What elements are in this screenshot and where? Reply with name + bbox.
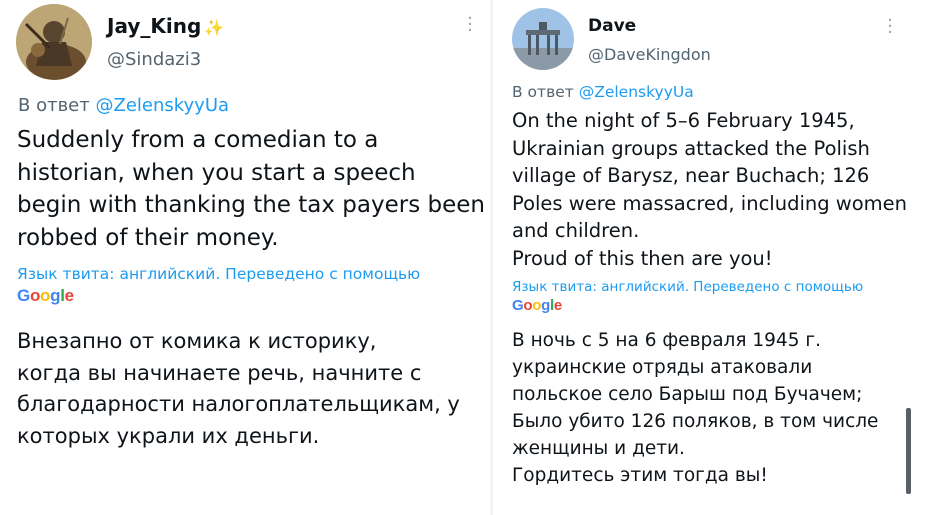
scrollbar[interactable] — [906, 408, 911, 494]
author-name[interactable]: Dave — [588, 16, 636, 36]
tweet-text: Suddenly from a comedian to a historian,… — [17, 127, 485, 251]
author-handle[interactable]: @Sindazi3 — [107, 49, 201, 70]
google-logo: Google — [512, 297, 562, 314]
reply-mention-link[interactable]: @ZelenskyyUa — [95, 95, 229, 116]
avatar[interactable] — [16, 4, 92, 80]
author-name[interactable]: Jay_King ✨ — [107, 14, 224, 38]
tweet-text: On the night of 5–6 February 1945, Ukrai… — [512, 109, 908, 270]
reply-mention-link[interactable]: @ZelenskyyUa — [579, 83, 694, 101]
translated-text: Внезапно от комика к историку, когда вы … — [17, 329, 460, 448]
translation-note[interactable]: Язык твита: английский. Переведено с пом… — [512, 279, 863, 295]
reply-context: В ответ @ZelenskyyUa — [512, 83, 694, 101]
translated-text: В ночь с 5 на 6 февраля 1945 г. украинск… — [512, 330, 879, 486]
google-wordmark: Google — [512, 297, 562, 314]
google-wordmark: Google — [17, 286, 74, 305]
tweet-card-dave: Dave @DaveKingdon · · · В ответ @Zelenskyy… — [493, 0, 945, 515]
sparkle-badge-icon: ✨ — [204, 18, 225, 37]
reply-context: В ответ @ZelenskyyUa — [18, 95, 230, 116]
translation-note[interactable]: Язык твита: английский. Переведено с пом… — [17, 265, 420, 283]
author-handle[interactable]: @DaveKingdon — [588, 45, 711, 64]
avatar[interactable] — [512, 8, 574, 70]
tweet-card-jay-king: Jay_King ✨ @Sindazi3 · · · В ответ @Zelensk… — [0, 0, 490, 515]
google-logo: Google — [17, 286, 74, 306]
more-options-icon[interactable]: · · · — [886, 12, 894, 42]
more-options-icon[interactable]: · · · — [466, 10, 474, 40]
